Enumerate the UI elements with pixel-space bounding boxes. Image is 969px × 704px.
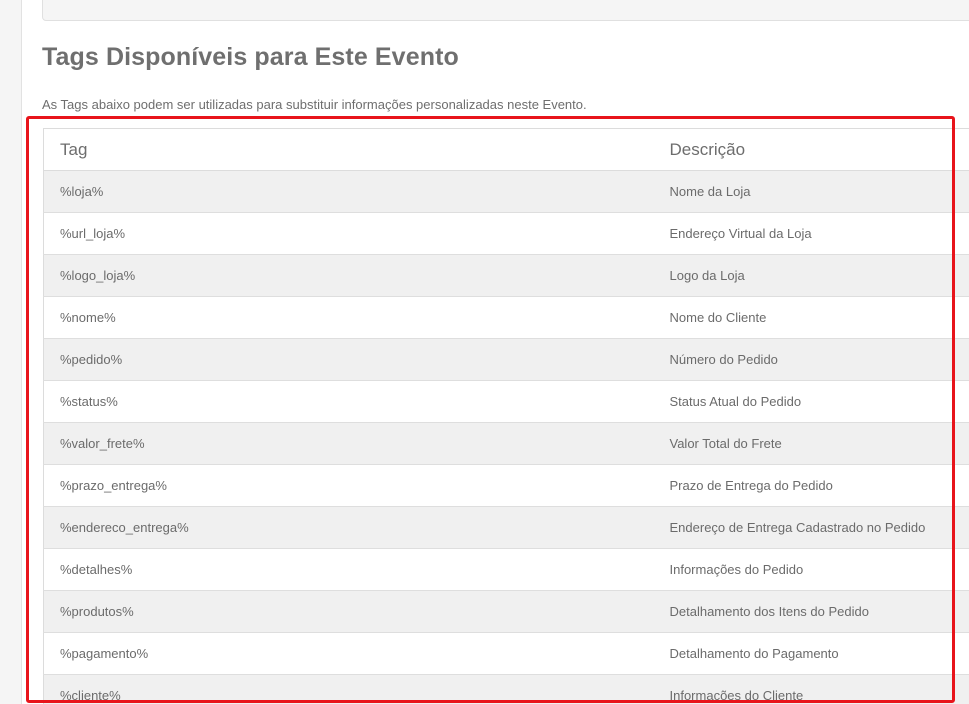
section-description: As Tags abaixo podem ser utilizadas para…: [42, 97, 587, 112]
tags-table-body: %loja% Nome da Loja %url_loja% Endereço Vir…: [43, 170, 969, 704]
table-row: %endereco_entrega% Endereço de Entrega Ca…: [43, 506, 969, 549]
table-row: %status% Status Atual do Pedido: [43, 380, 969, 423]
description-cell: Status Atual do Pedido: [654, 380, 969, 423]
section-title: Tags Disponíveis para Este Evento: [42, 43, 459, 71]
table-row: %valor_frete% Valor Total do Frete: [43, 422, 969, 465]
description-cell: Valor Total do Frete: [654, 422, 969, 465]
tag-cell: %valor_frete%: [43, 422, 655, 465]
tags-table: Tag Descrição %loja% Nome da Loja %url_loj…: [43, 128, 969, 704]
description-cell: Informações do Pedido: [654, 548, 969, 591]
table-row: %detalhes% Informações do Pedido: [43, 548, 969, 591]
table-row: %url_loja% Endereço Virtual da Loja: [43, 212, 969, 255]
table-row: %logo_loja% Logo da Loja: [43, 254, 969, 297]
description-cell: Nome da Loja: [654, 170, 969, 213]
tag-cell: %loja%: [43, 170, 655, 213]
tag-cell: %cliente%: [43, 674, 655, 704]
tag-cell: %detalhes%: [43, 548, 655, 591]
description-cell: Detalhamento do Pagamento: [654, 632, 969, 675]
tag-cell: %status%: [43, 380, 655, 423]
description-cell: Endereço Virtual da Loja: [654, 212, 969, 255]
column-header-description: Descrição: [654, 128, 969, 171]
tag-cell: %endereco_entrega%: [43, 506, 655, 549]
left-sidebar-edge: [0, 0, 22, 704]
table-row: %cliente% Informações do Cliente: [43, 674, 969, 704]
description-cell: Prazo de Entrega do Pedido: [654, 464, 969, 507]
table-row: %produtos% Detalhamento dos Itens do Pedi…: [43, 590, 969, 633]
table-header-row: Tag Descrição: [43, 128, 969, 171]
description-cell: Informações do Cliente: [654, 674, 969, 704]
page: Tags Disponíveis para Este Evento As Tag…: [0, 0, 969, 704]
description-cell: Detalhamento dos Itens do Pedido: [654, 590, 969, 633]
table-row: %loja% Nome da Loja: [43, 170, 969, 213]
description-cell: Endereço de Entrega Cadastrado no Pedido: [654, 506, 969, 549]
table-row: %pagamento% Detalhamento do Pagamento: [43, 632, 969, 675]
description-cell: Número do Pedido: [654, 338, 969, 381]
table-row: %nome% Nome do Cliente: [43, 296, 969, 339]
table-row: %pedido% Número do Pedido: [43, 338, 969, 381]
top-panel: [42, 0, 969, 21]
tag-cell: %produtos%: [43, 590, 655, 633]
tag-cell: %prazo_entrega%: [43, 464, 655, 507]
tag-cell: %logo_loja%: [43, 254, 655, 297]
description-cell: Logo da Loja: [654, 254, 969, 297]
tag-cell: %pedido%: [43, 338, 655, 381]
tag-cell: %url_loja%: [43, 212, 655, 255]
tag-cell: %nome%: [43, 296, 655, 339]
table-row: %prazo_entrega% Prazo de Entrega do Pedid…: [43, 464, 969, 507]
tag-cell: %pagamento%: [43, 632, 655, 675]
column-header-tag: Tag: [43, 128, 655, 171]
description-cell: Nome do Cliente: [654, 296, 969, 339]
